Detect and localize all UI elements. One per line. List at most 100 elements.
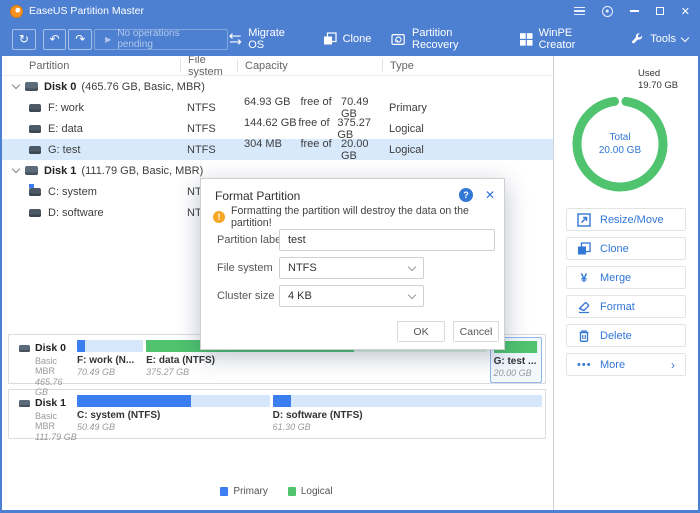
file-system-cell: NTFS (180, 102, 237, 114)
disk-icon (25, 82, 38, 91)
donut-center-label: Total 20.00 GB (568, 92, 672, 196)
table-row[interactable]: E: data NTFS 144.62 GBfree of375.27 GB L… (0, 118, 553, 139)
dialog-title: Format Partition (215, 189, 300, 203)
winpe-creator-button[interactable]: WinPE Creator (520, 27, 610, 51)
chevron-down-icon (681, 33, 689, 41)
cluster-size-select[interactable]: 4 KB (279, 285, 424, 307)
window-border (0, 0, 2, 513)
dialog-close-button[interactable]: ✕ (485, 188, 495, 202)
migrate-os-button[interactable]: Migrate OS (228, 27, 303, 51)
toolbar: ↻ ↶ ↷ ▶ No operations pending Migrate OS… (0, 22, 700, 56)
warning-text: Formatting the partition will destroy th… (231, 205, 504, 229)
file-system-select[interactable]: NTFS (279, 257, 424, 279)
disk-icon (19, 400, 30, 407)
chevron-down-icon (408, 262, 416, 270)
play-icon: ▶ (105, 35, 111, 44)
more-button[interactable]: ••• More › (566, 353, 686, 376)
resize-icon (577, 213, 591, 227)
partition-label-input[interactable] (279, 229, 495, 251)
type-cell: Primary (382, 102, 553, 114)
easeus-logo-icon (10, 5, 23, 18)
partition-name: D: software (48, 207, 104, 219)
account-icon[interactable]: ● (602, 6, 613, 17)
pending-operations-button[interactable]: ▶ No operations pending (94, 29, 227, 50)
disk1-panel: Disk 1 Basic MBR 111.79 GB C: system (NT… (8, 389, 546, 439)
column-partition: Partition (0, 59, 180, 72)
maximize-button[interactable] (656, 7, 664, 15)
format-icon (577, 300, 591, 314)
logical-swatch (288, 487, 296, 496)
migrate-icon (228, 33, 243, 45)
cluster-size-label: Cluster size (217, 285, 274, 307)
collapse-chevron-icon[interactable] (12, 165, 20, 173)
table-header: Partition File system Capacity Type (0, 56, 553, 76)
warning-icon: ! (213, 211, 225, 223)
column-file-system: File system (180, 59, 237, 72)
clone-button[interactable]: Clone (323, 32, 372, 46)
redo-button[interactable]: ↷ (68, 29, 92, 50)
format-button[interactable]: Format (566, 295, 686, 318)
partition-icon (29, 209, 41, 217)
wrench-icon (630, 32, 644, 46)
trash-icon (577, 329, 591, 343)
clone-button-side[interactable]: Clone (566, 237, 686, 260)
clone-icon (577, 242, 591, 256)
partition-name: G: test (48, 144, 80, 156)
disk-map: Disk 0 Basic MBR 465.76 GB F: work (N...… (8, 334, 546, 444)
partition-name: E: data (48, 123, 83, 135)
action-buttons: Resize/Move Clone ¥ Merge Format Delete … (566, 208, 686, 382)
delete-button[interactable]: Delete (566, 324, 686, 347)
format-partition-dialog: Format Partition ? ✕ ! Formatting the pa… (200, 178, 505, 350)
partition-name: C: system (48, 186, 97, 198)
clone-icon (323, 32, 337, 46)
system-partition-icon (29, 188, 41, 196)
undo-button[interactable]: ↶ (43, 29, 67, 50)
collapse-chevron-icon[interactable] (12, 81, 20, 89)
disk-name: Disk 1 (44, 165, 76, 177)
column-type: Type (382, 59, 553, 72)
more-icon: ••• (577, 359, 591, 371)
title-bar: EaseUS Partition Master ● ✕ (0, 0, 700, 22)
chevron-right-icon: › (671, 358, 675, 372)
type-cell: Logical (382, 144, 553, 156)
partition-name: F: work (48, 102, 84, 114)
recovery-icon (391, 33, 406, 46)
close-button[interactable]: ✕ (681, 5, 690, 18)
partition-recovery-button[interactable]: Partition Recovery (391, 27, 500, 51)
help-icon[interactable]: ? (459, 188, 473, 202)
disk0-label: Disk 0 Basic MBR 465.76 GB (9, 335, 77, 383)
windows-icon (520, 33, 533, 46)
partition-block[interactable]: F: work (N... 70.49 GB (77, 340, 143, 383)
table-row[interactable]: F: work NTFS 64.93 GBfree of70.49 GB Pri… (0, 97, 553, 118)
partition-icon (29, 104, 41, 112)
merge-icon: ¥ (577, 271, 591, 285)
disk-info: (111.79 GB, Basic, MBR) (81, 165, 203, 177)
disk1-label: Disk 1 Basic MBR 111.79 GB (9, 390, 77, 438)
cancel-button[interactable]: Cancel (453, 321, 499, 342)
tools-menu-button[interactable]: Tools (630, 32, 688, 46)
used-label: Used 19.70 GB (638, 68, 678, 92)
app-title: EaseUS Partition Master (29, 5, 144, 17)
resize-move-button[interactable]: Resize/Move (566, 208, 686, 231)
merge-button[interactable]: ¥ Merge (566, 266, 686, 289)
disk-info: (465.76 GB, Basic, MBR) (81, 81, 205, 93)
menu-icon[interactable] (574, 5, 585, 18)
partition-block[interactable]: C: system (NTFS) 50.49 GB (77, 395, 270, 438)
partition-icon (29, 146, 41, 154)
refresh-button[interactable]: ↻ (12, 29, 36, 50)
column-capacity: Capacity (237, 59, 382, 72)
disk-group-row[interactable]: Disk 0 (465.76 GB, Basic, MBR) (0, 76, 553, 97)
ok-button[interactable]: OK (397, 321, 445, 342)
minimize-button[interactable] (630, 10, 639, 12)
app-window: EaseUS Partition Master ● ✕ ↻ ↶ ↷ ▶ No o… (0, 0, 700, 513)
file-system-cell: NTFS (180, 144, 237, 156)
file-system-label: File system (217, 257, 273, 279)
chevron-down-icon (408, 290, 416, 298)
table-row-selected[interactable]: G: test NTFS 304 MBfree of20.00 GB Logic… (0, 139, 553, 160)
pending-operations-label: No operations pending (117, 28, 216, 50)
legend: Primary Logical (0, 486, 553, 497)
partition-label-label: Partition label (217, 229, 284, 251)
partition-block[interactable]: D: software (NTFS) 61.30 GB (273, 395, 542, 438)
disk-icon (19, 345, 30, 352)
partition-icon (29, 125, 41, 133)
